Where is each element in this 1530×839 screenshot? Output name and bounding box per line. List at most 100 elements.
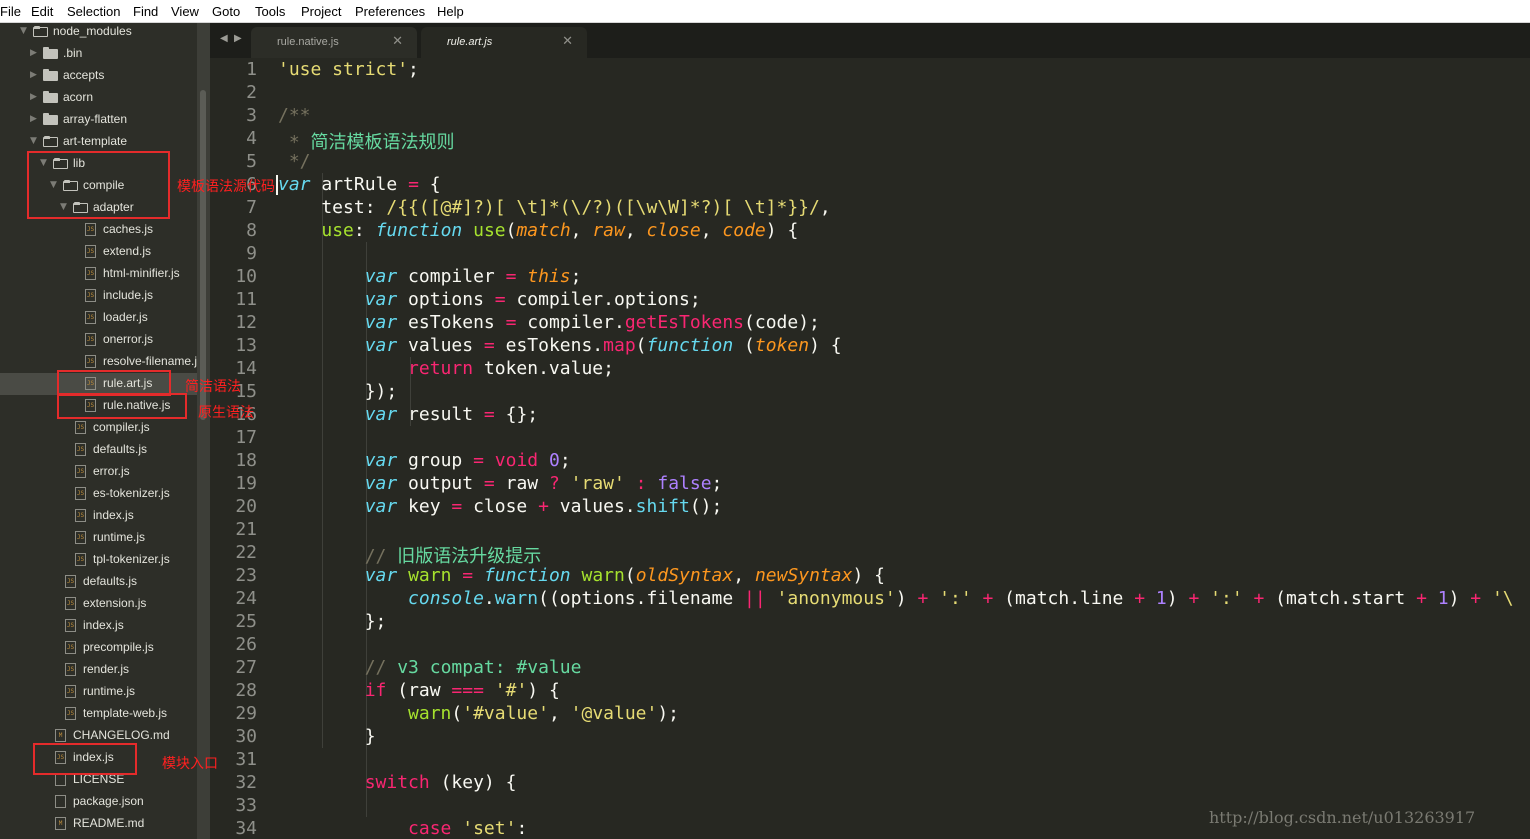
sidebar-file[interactable]: JS runtime.js	[0, 527, 197, 549]
code-line[interactable]: 26	[210, 633, 1530, 656]
menu-tools[interactable]: Tools	[255, 4, 285, 19]
code-line[interactable]: 5 */	[210, 150, 1530, 173]
nav-forward-icon[interactable]: ▶	[234, 33, 242, 44]
code-line[interactable]: 2	[210, 81, 1530, 104]
close-icon[interactable]: ✕	[392, 34, 403, 49]
chevron-down-icon[interactable]: ▼	[20, 26, 27, 36]
menu-project[interactable]: Project	[301, 4, 341, 19]
code-line[interactable]: 1 'use strict';	[210, 58, 1530, 81]
code-line[interactable]: 24 console.warn((options.filename || 'an…	[210, 587, 1530, 610]
code-text: switch (key) {	[278, 772, 517, 793]
code-line[interactable]: 31	[210, 748, 1530, 771]
sidebar-file[interactable]: JS loader.js	[0, 307, 197, 329]
code-token: close	[462, 496, 539, 517]
code-line[interactable]: 14 return token.value;	[210, 357, 1530, 380]
sidebar-folder[interactable]: ▶ array-flatten	[0, 109, 197, 131]
code-line[interactable]: 7 test: /{{([@#]?)[ \t]*(\/?)([\w\W]*?)[…	[210, 196, 1530, 219]
code-line[interactable]: 27 // v3 compat: #value	[210, 656, 1530, 679]
code-line[interactable]: 15 });	[210, 380, 1530, 403]
code-line[interactable]: 29 warn('#value', '@value');	[210, 702, 1530, 725]
sidebar-file[interactable]: M README.md	[0, 813, 197, 835]
code-line[interactable]: 11 var options = compiler.options;	[210, 288, 1530, 311]
code-line[interactable]: 25 };	[210, 610, 1530, 633]
code-line[interactable]: 4 * 简洁模板语法规则	[210, 127, 1530, 153]
sidebar-file[interactable]: JS es-tokenizer.js	[0, 483, 197, 505]
sidebar-file[interactable]: JS compiler.js	[0, 417, 197, 439]
menu-goto[interactable]: Goto	[212, 4, 240, 19]
sidebar-file[interactable]: JS render.js	[0, 659, 197, 681]
sidebar-file[interactable]: JS index.js	[0, 505, 197, 527]
sidebar-file[interactable]: JS include.js	[0, 285, 197, 307]
sidebar-file[interactable]: JS extension.js	[0, 593, 197, 615]
sidebar-file[interactable]: JS defaults.js	[0, 571, 197, 593]
sidebar-scrollbar-thumb[interactable]	[200, 90, 206, 420]
sidebar-file[interactable]: JS runtime.js	[0, 681, 197, 703]
menu-edit[interactable]: Edit	[31, 4, 53, 19]
tab-active[interactable]: rule.art.js ✕	[421, 27, 587, 58]
sidebar-file[interactable]: JS defaults.js	[0, 439, 197, 461]
code-token: return	[408, 358, 474, 379]
code-token: );	[657, 703, 680, 724]
line-number: 2	[246, 82, 257, 103]
sidebar-folder[interactable]: ▶ acorn	[0, 87, 197, 109]
code-line[interactable]: 8 use: function use(match, raw, close, c…	[210, 219, 1530, 242]
code-line[interactable]: 20 var key = close + values.shift();	[210, 495, 1530, 518]
code-line[interactable]: 3 /**	[210, 104, 1530, 127]
menu-help[interactable]: Help	[437, 4, 464, 19]
code-editor[interactable]: 1 'use strict'; 2 3 /** 4 * 简洁模板语法规则 5 */6 var …	[210, 58, 1530, 839]
sidebar-file[interactable]: JS template-web.js	[0, 703, 197, 725]
chevron-right-icon[interactable]: ▶	[30, 92, 37, 102]
code-line[interactable]: 10 var compiler = this;	[210, 265, 1530, 288]
menu-file[interactable]: File	[0, 4, 21, 19]
code-line[interactable]: 22 // 旧版语法升级提示	[210, 541, 1530, 567]
code-line[interactable]: 32 switch (key) {	[210, 771, 1530, 794]
sidebar-file[interactable]: JS index.js	[0, 615, 197, 637]
code-line[interactable]: 23 var warn = function warn(oldSyntax, n…	[210, 564, 1530, 587]
sidebar-file[interactable]: JS caches.js	[0, 219, 197, 241]
close-icon[interactable]: ✕	[562, 34, 573, 49]
code-text: var artRule = {	[278, 174, 441, 195]
menu-find[interactable]: Find	[133, 4, 158, 19]
sidebar-item-label: error.js	[93, 464, 130, 478]
sidebar-file[interactable]: JS error.js	[0, 461, 197, 483]
sidebar-folder[interactable]: ▶ .bin	[0, 43, 197, 65]
sidebar-folder[interactable]: ▼ node_modules	[0, 23, 197, 43]
sidebar-file[interactable]: JS onerror.js	[0, 329, 197, 351]
chevron-right-icon[interactable]: ▶	[30, 48, 37, 58]
chevron-right-icon[interactable]: ▶	[30, 114, 37, 124]
sidebar-folder[interactable]: ▼ art-template	[0, 131, 197, 153]
sidebar-folder[interactable]: ▶ accepts	[0, 65, 197, 87]
code-token: (	[451, 703, 463, 724]
code-line[interactable]: 21	[210, 518, 1530, 541]
chevron-right-icon[interactable]: ▶	[30, 70, 37, 80]
code-line[interactable]: 19 var output = raw ? 'raw' : false;	[210, 472, 1530, 495]
code-line[interactable]: 9	[210, 242, 1530, 265]
code-line[interactable]: 18 var group = void 0;	[210, 449, 1530, 472]
code-line[interactable]: 16 var result = {};	[210, 403, 1530, 426]
code-token: :	[635, 473, 647, 494]
menu-view[interactable]: View	[171, 4, 199, 19]
chevron-down-icon[interactable]: ▼	[30, 136, 37, 146]
code-line[interactable]: 6 var artRule = {	[210, 173, 1530, 196]
code-line[interactable]: 13 var values = esTokens.map(function (t…	[210, 334, 1530, 357]
annotation-box-rule-native	[57, 393, 187, 419]
code-line[interactable]: 12 var esTokens = compiler.getEsTokens(c…	[210, 311, 1530, 334]
code-line[interactable]: 30 }	[210, 725, 1530, 748]
tab[interactable]: rule.native.js ✕	[251, 27, 417, 58]
nav-back-icon[interactable]: ◀	[220, 33, 228, 44]
sidebar-file[interactable]: JS precompile.js	[0, 637, 197, 659]
menu-preferences[interactable]: Preferences	[355, 4, 425, 19]
sidebar-file[interactable]: JS tpl-tokenizer.js	[0, 549, 197, 571]
menu-selection[interactable]: Selection	[67, 4, 120, 19]
sidebar-file[interactable]: JS html-minifier.js	[0, 263, 197, 285]
sidebar-file[interactable]: package.json	[0, 791, 197, 813]
code-line[interactable]: 28 if (raw === '#') {	[210, 679, 1530, 702]
sidebar-file[interactable]: JS extend.js	[0, 241, 197, 263]
code-token: (match.start	[1264, 588, 1417, 609]
code-line[interactable]: 17	[210, 426, 1530, 449]
